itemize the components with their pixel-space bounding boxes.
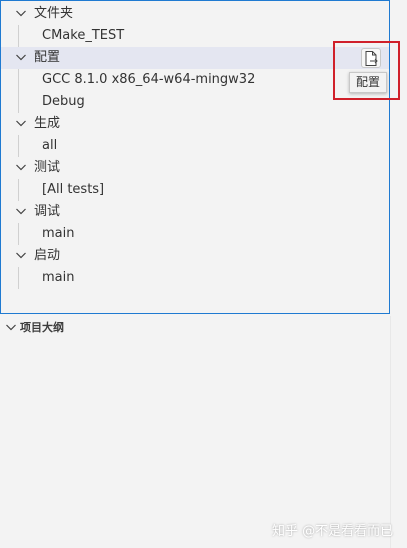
highlight-annotation-box [333, 41, 400, 100]
kit-name: GCC 8.1.0 x86_64-w64-mingw32 [42, 72, 256, 87]
chevron-down-icon[interactable] [13, 159, 29, 175]
build-type: Debug [42, 94, 85, 109]
folder-name: CMake_TEST [42, 28, 125, 43]
tree-section-launch[interactable]: 启动 [1, 245, 389, 267]
launch-target: main [42, 270, 75, 285]
outline-title: 项目大纲 [20, 321, 64, 334]
tree-section-test[interactable]: 测试 [1, 157, 389, 179]
section-label-test: 测试 [34, 160, 61, 175]
build-target: all [42, 138, 58, 153]
tree-item-launch-target[interactable]: main [1, 267, 389, 289]
tree-section-configure[interactable]: 配置 [1, 47, 389, 69]
outline-section-header[interactable]: 项目大纲 [0, 316, 390, 338]
chevron-down-icon[interactable] [13, 5, 29, 21]
tree-section-build[interactable]: 生成 [1, 113, 389, 135]
test-target: [All tests] [42, 182, 105, 197]
watermark-text: 知乎 @不是看看而已 [272, 524, 394, 539]
section-label-configure: 配置 [34, 50, 61, 65]
chevron-down-icon[interactable] [13, 203, 29, 219]
section-label-build: 生成 [34, 116, 61, 131]
tree-item-debug-target[interactable]: main [1, 223, 389, 245]
tree-item-build-type[interactable]: Debug [1, 91, 389, 113]
section-label-folder: 文件夹 [34, 6, 74, 21]
chevron-down-icon[interactable] [13, 247, 29, 263]
tree-item-test-target[interactable]: [All tests] [1, 179, 389, 201]
tree-item-build-target[interactable]: all [1, 135, 389, 157]
debug-target: main [42, 226, 75, 241]
chevron-down-icon[interactable] [3, 319, 19, 335]
section-label-launch: 启动 [34, 248, 61, 263]
tree-section-debug[interactable]: 调试 [1, 201, 389, 223]
chevron-down-icon[interactable] [13, 49, 29, 65]
tree-section-folder[interactable]: 文件夹 [1, 3, 389, 25]
project-status-tree: 文件夹 CMake_TEST 配置 GCC 8.1.0 x86_64-w64-m… [0, 0, 390, 314]
tree-item-folder-name[interactable]: CMake_TEST [1, 25, 389, 47]
panel-divider [390, 316, 391, 548]
chevron-down-icon[interactable] [13, 115, 29, 131]
tree-item-kit[interactable]: GCC 8.1.0 x86_64-w64-mingw32 [1, 69, 389, 91]
section-label-debug: 调试 [34, 204, 61, 219]
